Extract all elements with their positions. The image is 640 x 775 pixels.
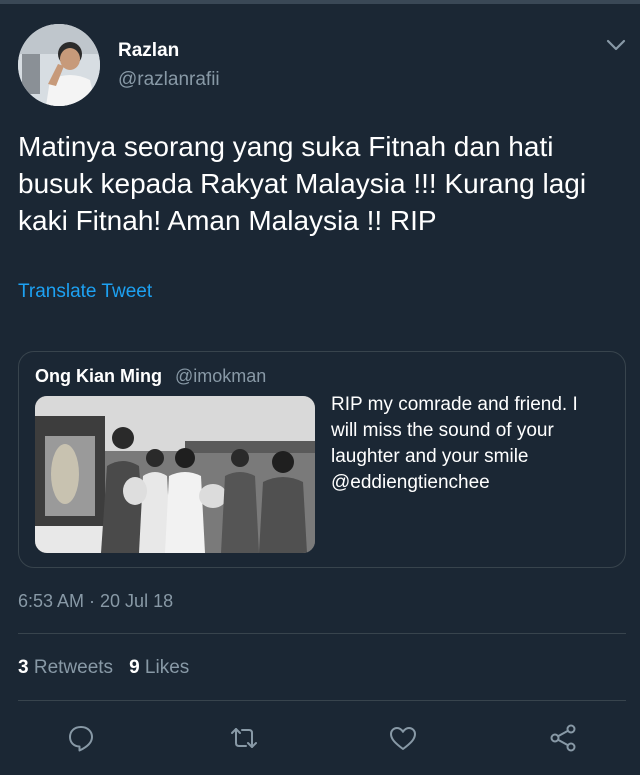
tweet-line: busuk kepada Rakyat Malaysia !!! Kurang …: [18, 168, 587, 199]
tweet-line: kaki Fitnah! Aman Malaysia !! RIP: [18, 205, 437, 236]
quoted-text-line: RIP my comrade and friend. I: [331, 394, 578, 415]
quoted-photo[interactable]: [35, 396, 315, 553]
quoted-text-line: laughter and your smile: [331, 446, 529, 467]
retweets-count: 3: [18, 657, 29, 678]
divider: [18, 700, 626, 701]
author-name[interactable]: Razlan: [118, 40, 179, 62]
top-border: [0, 0, 640, 4]
retweets-label: Retweets: [33, 657, 114, 678]
avatar[interactable]: [18, 24, 100, 106]
share-icon[interactable]: [547, 722, 579, 754]
person-saluting-avatar-icon: [18, 24, 100, 106]
retweet-icon[interactable]: [228, 722, 260, 754]
quoted-author-name: Ong Kian Ming: [35, 366, 162, 386]
likes-label: Likes: [144, 657, 190, 678]
quoted-tweet-text: RIP my comrade and friend. I will miss t…: [331, 392, 616, 496]
likes-count: 9: [129, 657, 140, 678]
reply-icon[interactable]: [65, 722, 97, 754]
tweet-timestamp: 6:53 AM · 20 Jul 18: [18, 591, 174, 611]
group-photo-image-icon: [35, 396, 315, 553]
like-icon[interactable]: [387, 722, 419, 754]
retweets-stat[interactable]: 3 Retweets: [18, 657, 113, 678]
divider: [18, 633, 626, 634]
quoted-text-line: will miss the sound of your: [331, 420, 554, 441]
quoted-tweet[interactable]: Ong Kian Ming @imokman RIP my comrade an…: [18, 351, 626, 568]
tweet-text: Matinya seorang yang suka Fitnah dan hat…: [18, 128, 618, 239]
translate-tweet-link[interactable]: Translate Tweet: [18, 281, 152, 303]
engagement-stats: 3 Retweets 9 Likes: [18, 657, 189, 679]
author-handle[interactable]: @razlanrafii: [118, 69, 220, 91]
chevron-down-icon[interactable]: [604, 36, 628, 54]
quoted-author-handle: @imokman: [175, 366, 267, 386]
likes-stat[interactable]: 9 Likes: [129, 657, 189, 678]
quoted-mention-link[interactable]: @eddiengtienchee: [331, 470, 616, 496]
tweet-line: Matinya seorang yang suka Fitnah dan hat…: [18, 131, 554, 162]
